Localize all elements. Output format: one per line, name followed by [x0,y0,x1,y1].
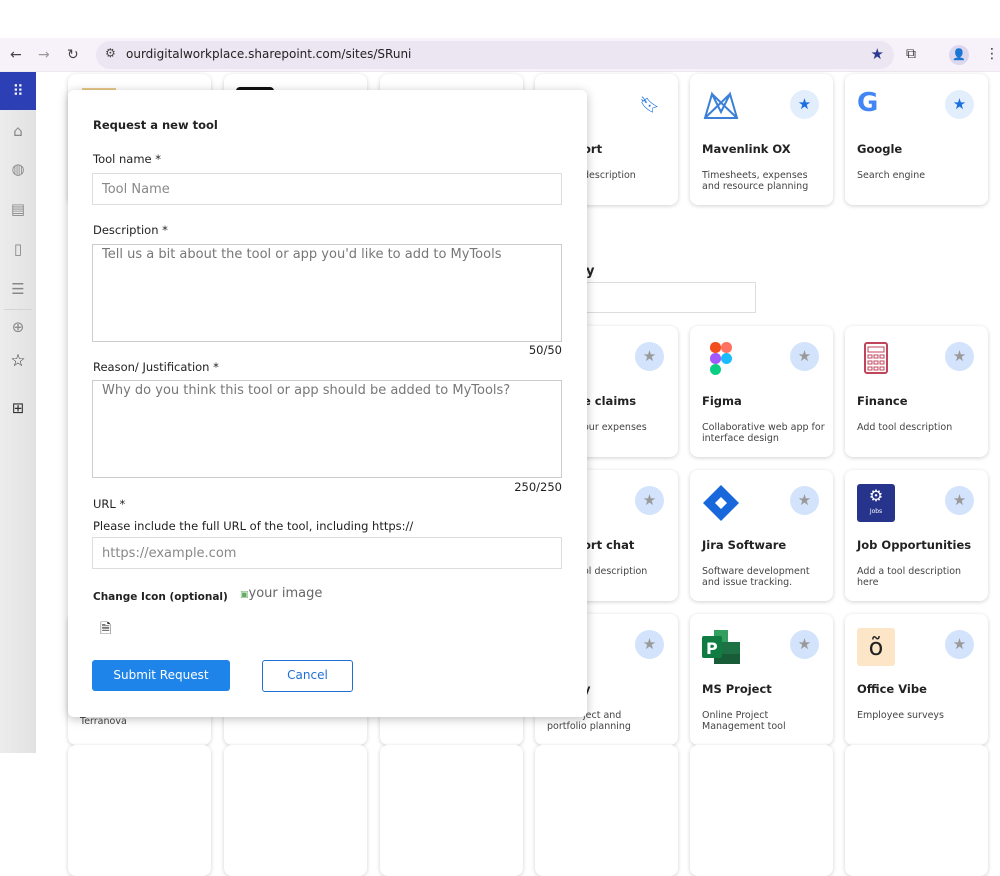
tool-name: Google [857,142,903,156]
tool-card[interactable]: G ★ Google Search engine [845,74,988,205]
section-title: y [586,264,595,279]
menu-icon[interactable]: ⋮ [985,46,999,62]
favorite-star-icon[interactable]: ★ [945,486,974,515]
tool-description: Collaborative web app for interface desi… [702,422,825,444]
tool-logo [702,88,740,126]
tool-card[interactable] [535,745,678,876]
favorite-star-icon[interactable]: ★ [635,342,664,371]
tool-logo [857,340,895,378]
tool-description: Employee surveys [857,710,944,721]
apps-icon[interactable]: ⊞ [0,399,36,417]
cancel-button[interactable]: Cancel [262,660,353,692]
tool-logo: ⚙ Jobs [857,484,895,522]
tool-card[interactable] [845,745,988,876]
url-input[interactable]: https://example.com [92,537,562,569]
tool-name: Figma [702,394,742,408]
favorite-star-icon[interactable]: ★ [945,342,974,371]
tool-name: Mavenlink OX [702,142,791,156]
favorite-star-icon[interactable]: ★ [945,630,974,659]
back-icon[interactable]: ← [10,47,22,63]
tool-card[interactable] [690,745,833,876]
waffle-icon[interactable]: ⠿ [0,72,36,110]
add-icon[interactable]: ⊕ [0,318,36,336]
forward-icon[interactable]: → [38,47,50,63]
reason-textarea[interactable]: Why do you think this tool or app should… [92,380,562,478]
site-info-icon[interactable]: ⚙ [105,46,116,60]
description-counter: 50/50 [528,343,562,357]
reload-icon[interactable]: ↻ [67,47,79,63]
profile-avatar[interactable]: 👤 [949,45,969,65]
tool-description: Add a tool description here [857,566,962,588]
tool-name: Office Vibe [857,682,927,696]
reason-counter: 250/250 [514,480,562,494]
tool-name: ort chat [583,538,635,552]
submit-request-button[interactable]: Submit Request [92,660,230,691]
home-icon[interactable]: ⌂ [0,122,36,140]
favorite-star-icon[interactable]: ★ [945,90,974,119]
svg-text:P: P [706,639,718,658]
browser-toolbar: ← → ↻ ⚙ ourdigitalworkplace.sharepoint.c… [0,38,1000,72]
broken-image-icon: ▣ [240,590,249,600]
tool-card[interactable]: ★ Jira Software Software development and i… [690,470,833,601]
upload-image-icon[interactable]: 🗎 [100,618,111,642]
file-icon[interactable]: ▯ [0,240,36,258]
extensions-icon[interactable]: ⧉ [906,46,916,62]
star-icon[interactable]: ☆ [0,351,36,371]
tool-description: Online Project Management tool [702,710,786,732]
reason-label: Reason/ Justification * [93,360,219,374]
url-label: URL * [93,497,126,511]
icon-preview: ▣your image [240,586,323,601]
description-textarea[interactable]: Tell us a bit about the tool or app you'… [92,244,562,342]
tool-card[interactable] [380,745,523,876]
tool-name: Finance [857,394,908,408]
tool-card[interactable] [224,745,367,876]
tool-card[interactable]: P ★ MS Project Online Project Management to… [690,614,833,745]
url-hint: Please include the full URL of the tool,… [93,519,414,533]
tool-card[interactable]: ★ Mavenlink OX Timesheets, expenses and re… [690,74,833,205]
tool-logo: G [857,88,879,118]
change-icon-label: Change Icon (optional) [93,591,228,603]
tool-search-input[interactable] [560,282,756,313]
tool-card[interactable]: ★ Finance Add tool description [845,326,988,457]
news-icon[interactable]: ▤ [0,200,36,218]
tool-description: Search engine [857,170,926,181]
tool-logo: õ [857,628,895,666]
bookmark-star-icon[interactable]: ★ [871,45,884,63]
tool-card[interactable] [68,745,211,876]
favorite-star-icon[interactable]: ★ [790,342,819,371]
favorite-star-icon[interactable]: ★ [635,486,664,515]
tool-name: e claims [583,394,637,408]
bookmark-icon[interactable]: 🔖︎ [635,90,664,119]
description-label: Description * [93,223,168,237]
tool-name: Jira Software [702,538,787,552]
tool-name: MS Project [702,682,772,696]
modal-title: Request a new tool [93,118,218,132]
favorite-star-icon[interactable]: ★ [635,630,664,659]
list-icon[interactable]: ☰ [0,280,36,298]
tool-card[interactable]: õ ★ Office Vibe Employee surveys [845,614,988,745]
tool-card[interactable]: ★ Figma Collaborative web app for interfac… [690,326,833,457]
request-tool-modal: Request a new tool Tool name * Tool Name… [68,90,587,717]
favorite-star-icon[interactable]: ★ [790,90,819,119]
tool-name-input[interactable]: Tool Name [92,173,562,205]
tool-name: Job Opportunities [857,538,972,552]
favorite-star-icon[interactable]: ★ [790,486,819,515]
address-bar[interactable]: ⚙ ourdigitalworkplace.sharepoint.com/sit… [96,41,894,69]
tool-logo [702,484,740,522]
favorite-star-icon[interactable]: ★ [790,630,819,659]
rail-divider [4,309,32,310]
tool-name-label: Tool name * [93,152,162,166]
tool-description: Software development and issue tracking. [702,566,810,588]
tool-logo [702,340,740,378]
globe-icon[interactable]: ◍ [0,160,36,178]
window-top [0,0,1000,38]
tool-description: Timesheets, expenses and resource planni… [702,170,809,192]
tool-description: Add tool description [857,422,953,433]
tool-logo: P [702,628,740,666]
tool-card[interactable]: ⚙ Jobs ★ Job Opportunities Add a tool descri… [845,470,988,601]
